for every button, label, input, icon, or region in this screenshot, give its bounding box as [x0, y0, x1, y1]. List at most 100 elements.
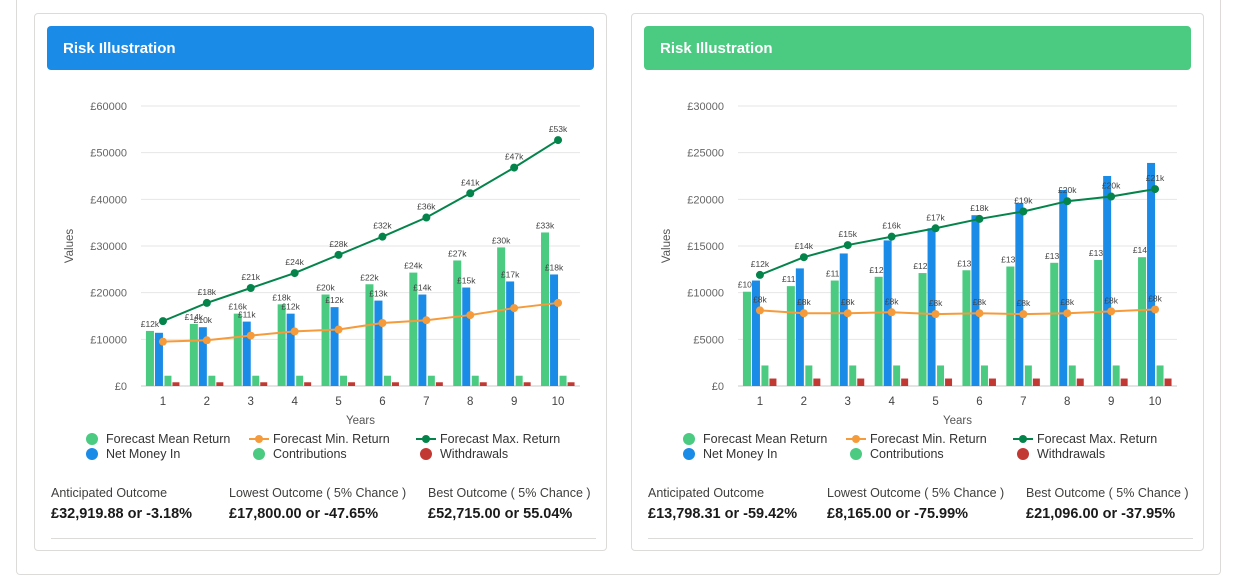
bar-contributions: [1156, 365, 1164, 386]
x-tick-label: 2: [801, 396, 807, 408]
legend-item-min[interactable]: Forecast Min. Return: [249, 432, 390, 446]
best-outcome: Best Outcome ( 5% Chance ) £52,715.00 or…: [428, 486, 591, 522]
point-forecast-min-return: [1151, 305, 1160, 314]
data-label: £20k: [1058, 185, 1077, 195]
point-forecast-max-return: [887, 232, 896, 241]
data-label: £8k: [929, 298, 943, 308]
legend-item-withdraw[interactable]: Withdrawals: [1013, 447, 1105, 461]
outcome-label: Lowest Outcome ( 5% Chance ): [827, 486, 1005, 500]
bar-forecast-mean-return: [962, 270, 971, 386]
bar-net-money-in: [242, 321, 251, 386]
y-tick-label: £30000: [90, 241, 127, 253]
x-tick-label: 3: [845, 396, 851, 408]
data-label: £18k: [198, 287, 217, 297]
legend-label: Withdrawals: [1037, 447, 1106, 461]
point-forecast-min-return: [1107, 307, 1116, 316]
x-tick-label: 3: [248, 396, 254, 408]
x-tick-label: 8: [1064, 396, 1070, 408]
point-forecast-max-return: [799, 253, 808, 262]
legend-item-max[interactable]: Forecast Max. Return: [416, 432, 560, 446]
legend-item-net[interactable]: Net Money In: [82, 447, 180, 461]
bar-withdrawals: [1076, 378, 1084, 386]
point-forecast-max-return: [755, 270, 764, 279]
data-label: £24k: [285, 257, 304, 267]
legend-item-mean[interactable]: Forecast Mean Return: [679, 432, 827, 446]
bar-withdrawals: [1120, 378, 1128, 386]
point-forecast-max-return: [158, 317, 167, 326]
bar-forecast-mean-return: [365, 284, 374, 386]
data-label: £41k: [461, 177, 480, 187]
outcome-label: Lowest Outcome ( 5% Chance ): [229, 486, 407, 500]
legend-symbol-min: [249, 433, 269, 445]
bar-contributions: [805, 365, 813, 386]
y-tick-label: £20000: [687, 194, 724, 206]
data-label: £13k: [369, 289, 388, 299]
bar-contributions: [383, 375, 391, 386]
legend-symbol-withdraw: [420, 448, 432, 460]
point-forecast-min-return: [887, 308, 896, 317]
data-label: £8k: [1060, 297, 1074, 307]
y-tick-label: £15000: [687, 241, 724, 253]
legend-item-max[interactable]: Forecast Max. Return: [1013, 432, 1157, 446]
legend-item-net[interactable]: Net Money In: [679, 447, 777, 461]
data-label: £8k: [973, 297, 987, 307]
legend-item-min[interactable]: Forecast Min. Return: [846, 432, 987, 446]
bar-net-money-in: [462, 287, 471, 386]
outcome-value: £32,919.88 or -3.18%: [51, 506, 193, 522]
point-forecast-max-return: [554, 136, 563, 145]
legend-item-contrib[interactable]: Contributions: [846, 447, 944, 461]
legend-item-contrib[interactable]: Contributions: [249, 447, 347, 461]
x-tick-label: 7: [423, 396, 429, 408]
legend-label: Forecast Min. Return: [870, 432, 987, 446]
data-label: £17k: [926, 212, 945, 222]
bar-forecast-mean-return: [1050, 262, 1059, 386]
point-forecast-max-return: [466, 189, 475, 198]
bar-contributions: [1068, 365, 1076, 386]
bar-net-money-in: [418, 294, 427, 386]
outcome-value: £13,798.31 or -59.42%: [648, 506, 798, 522]
legend-label: Contributions: [870, 447, 944, 461]
legend-symbol-withdraw: [1017, 448, 1029, 460]
best-outcome: Best Outcome ( 5% Chance ) £21,096.00 or…: [1026, 486, 1189, 522]
bar-contributions: [980, 365, 988, 386]
x-tick-label: 5: [335, 396, 341, 408]
point-forecast-max-return: [1019, 207, 1028, 216]
point-forecast-min-return: [843, 309, 852, 318]
data-label: £8k: [1148, 293, 1162, 303]
bar-net-money-in: [1059, 190, 1068, 386]
bar-net-money-in: [506, 281, 515, 386]
data-label: £10k: [194, 315, 213, 325]
bar-net-money-in: [1103, 176, 1112, 386]
legend-item-withdraw[interactable]: Withdrawals: [416, 447, 508, 461]
data-label: £11k: [238, 310, 257, 320]
point-forecast-min-return: [378, 319, 387, 327]
bar-withdrawals: [857, 378, 865, 386]
bar-contributions: [1112, 365, 1120, 386]
bar-forecast-mean-return: [874, 276, 883, 386]
bar-withdrawals: [1164, 378, 1172, 386]
point-forecast-max-return: [1107, 192, 1116, 201]
y-tick-label: £50000: [90, 148, 127, 160]
bar-net-money-in: [1147, 162, 1156, 386]
y-tick-label: £10000: [90, 334, 127, 346]
data-label: £14k: [795, 241, 814, 251]
legend-label: Forecast Mean Return: [703, 432, 828, 446]
bar-withdrawals: [523, 382, 531, 386]
outcome-label: Anticipated Outcome: [648, 486, 765, 500]
data-label: £32k: [373, 221, 392, 231]
point-forecast-max-return: [975, 214, 984, 223]
bar-contributions: [296, 375, 304, 386]
bar-net-money-in: [550, 274, 559, 386]
card-header: Risk Illustration: [644, 26, 1191, 70]
point-forecast-min-return: [1063, 309, 1072, 318]
bar-withdrawals: [988, 378, 996, 386]
card-title: Risk Illustration: [660, 39, 773, 57]
point-forecast-min-return: [158, 337, 167, 346]
point-forecast-max-return: [290, 269, 299, 278]
legend-item-mean[interactable]: Forecast Mean Return: [82, 432, 230, 446]
bar-contributions: [427, 375, 435, 386]
x-tick-label: 6: [976, 396, 982, 408]
point-forecast-min-return: [334, 325, 343, 334]
x-tick-label: 10: [552, 396, 565, 408]
x-axis-label: Years: [346, 415, 375, 426]
